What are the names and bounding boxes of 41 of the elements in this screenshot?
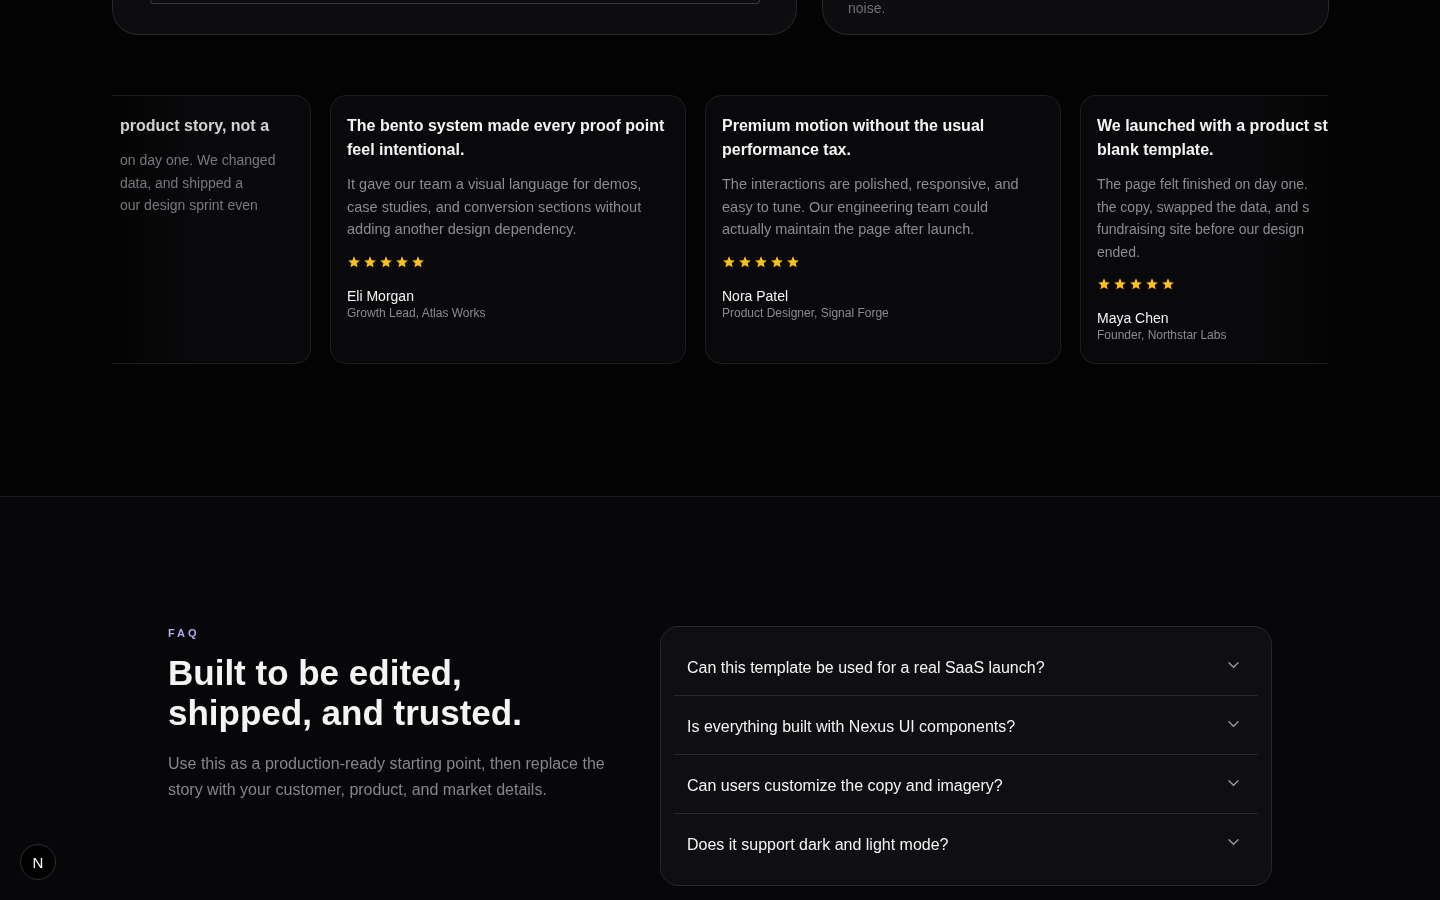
- testimonial-title: Premium motion without the usual performance tax.: [722, 116, 986, 160]
- testimonial-title: The bento system made every proof point feel intentional.: [347, 116, 666, 160]
- chevron-icon: [1228, 661, 1239, 669]
- chevron-icon: [1228, 779, 1239, 787]
- star-icon: [363, 254, 377, 269]
- chevron-icon: [1228, 720, 1239, 728]
- faq-item[interactable]: Can this template be used for a real SaaS launch?: [674, 637, 1258, 696]
- star-icon: [411, 254, 425, 269]
- testimonial-quote: It gave our team a visual language for demos, case studies, and conversion sections without adding another design dependency.: [347, 175, 643, 239]
- section-heading: Built to be edited, shipped, and trusted.: [168, 653, 523, 733]
- star-icon: [738, 254, 752, 269]
- star-icon: [754, 254, 768, 269]
- star-icon: [1145, 277, 1159, 291]
- star-icon: [1129, 277, 1143, 291]
- testimonial-title: We launched with a product st blank template.: [1097, 116, 1328, 160]
- star-icon: [1097, 277, 1111, 291]
- section-label: FAQ: [168, 627, 201, 639]
- faq-item[interactable]: Does it support dark and light mode?: [674, 814, 1258, 873]
- star-icon: [347, 254, 361, 269]
- testimonial-quote: The page felt finished on day one. the copy, swapped the data, and s fundraising site before our design ended.: [1097, 175, 1311, 262]
- faq-item[interactable]: Can users customize the copy and imagery?: [674, 755, 1258, 814]
- section-description: Use this as a production-ready starting point, then replace the story with your customer, product, and market details.: [168, 754, 606, 800]
- chevron-icon: [1228, 838, 1239, 846]
- star-icon: [1161, 277, 1175, 291]
- testimonial-title: product story, not a: [120, 116, 271, 136]
- author-role: Founder, Northstar Labs: [1097, 328, 1228, 342]
- star-icon: [395, 254, 409, 269]
- author-name: Maya Chen: [1097, 310, 1170, 326]
- star-icon: [379, 254, 393, 269]
- faq-item[interactable]: Is everything built with Nexus UI components?: [674, 696, 1258, 755]
- author-role: Growth Lead, Atlas Works: [347, 305, 487, 320]
- testimonial-quote: on day one. We changed data, and shipped a our design sprint even: [120, 151, 277, 215]
- star-icon: [722, 254, 736, 269]
- star-icon: [770, 254, 784, 269]
- author-name: Nora Patel: [722, 287, 790, 304]
- star-icon: [1113, 277, 1127, 291]
- star-icon: [786, 254, 800, 269]
- author-role: Product Designer, Signal Forge: [722, 305, 890, 320]
- author-name: Eli Morgan: [347, 287, 415, 304]
- testimonial-quote: The interactions are polished, responsive, and easy to tune. Our engineering team could actually maintain the page after launch.: [722, 175, 1020, 239]
- card-text: noise.: [848, 0, 886, 16]
